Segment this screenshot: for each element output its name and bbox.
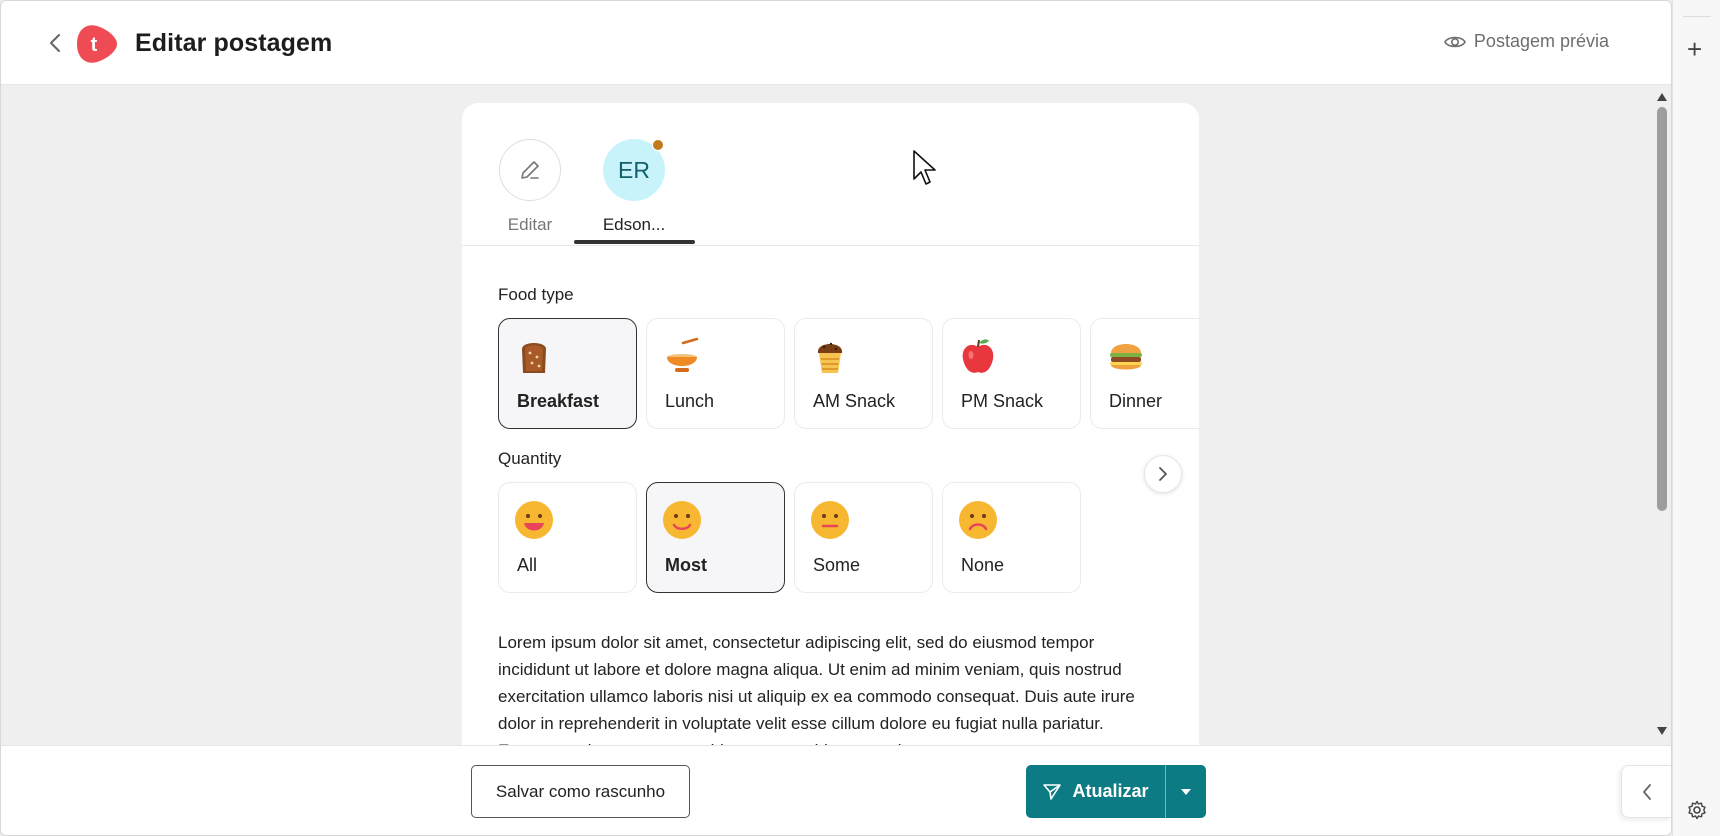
quantity-option-none[interactable]: None (942, 482, 1081, 593)
send-icon (1043, 783, 1062, 800)
grinning-face-icon (515, 501, 553, 539)
neutral-face-icon (811, 501, 849, 539)
chevron-left-icon (50, 34, 60, 52)
muffin-icon (817, 342, 843, 373)
update-label: Atualizar (1072, 781, 1149, 801)
gear-icon[interactable] (1687, 800, 1707, 825)
chevron-left-icon (1642, 783, 1651, 800)
quantity-option-most[interactable]: Most (646, 482, 785, 593)
quantity-option-label: None (961, 555, 1005, 575)
food-option-label: Lunch (665, 391, 715, 411)
food-option-lunch[interactable]: Lunch (646, 318, 785, 429)
smiling-face-icon (663, 501, 701, 539)
post-editor-card: Editar ER Edson... Food type Breakfast L… (462, 103, 1199, 753)
food-type-options: Breakfast Lunch AM Snack PM Snack Dinner (498, 318, 1199, 429)
tab-edit-label: Editar (507, 215, 553, 234)
edit-circle (499, 139, 561, 201)
avatar: ER (603, 139, 665, 201)
avatar-initials: ER (618, 156, 650, 183)
quantity-title: Quantity (498, 449, 562, 468)
quantity-option-label: All (517, 555, 538, 575)
footer-bar: Salvar como rascunho Atualizar (1, 745, 1671, 835)
food-option-label: Breakfast (517, 391, 600, 411)
tab-user-label: Edson... (602, 215, 666, 234)
add-icon[interactable]: + (1687, 36, 1702, 62)
editor-tabs: Editar ER Edson... (462, 103, 1199, 246)
food-option-label: Dinner (1109, 391, 1163, 411)
right-rail: + (1672, 0, 1720, 836)
food-option-label: PM Snack (961, 391, 1044, 411)
chevron-right-icon (1159, 467, 1167, 481)
food-option-breakfast[interactable]: Breakfast (498, 318, 637, 429)
eye-icon (1444, 36, 1466, 47)
update-button-group: Atualizar (1026, 765, 1206, 818)
food-option-am-snack[interactable]: AM Snack (794, 318, 933, 429)
status-dot (652, 139, 664, 151)
preview-post-link[interactable]: Postagem prévia (1444, 31, 1609, 52)
next-options-button[interactable] (1144, 455, 1182, 493)
mouse-cursor-icon (913, 150, 936, 185)
bowl-icon (667, 337, 699, 372)
quantity-option-some[interactable]: Some (794, 482, 933, 593)
bread-icon (522, 343, 546, 373)
caret-down-icon (1181, 788, 1191, 795)
save-draft-button[interactable]: Salvar como rascunho (471, 765, 690, 818)
app-window: t Editar postagem Postagem prévia Editar… (0, 0, 1672, 836)
food-option-dinner[interactable]: Dinner (1090, 318, 1199, 429)
burger-icon (1110, 344, 1142, 370)
page-title: Editar postagem (135, 29, 333, 57)
food-type-title: Food type (498, 285, 574, 304)
quantity-options: All Most Some None (498, 482, 1081, 593)
apple-icon (962, 339, 994, 373)
tab-user[interactable]: ER Edson... (574, 139, 694, 235)
scroll-up-arrow[interactable] (1657, 93, 1667, 101)
tab-edit[interactable]: Editar (498, 139, 562, 235)
rail-divider (1683, 16, 1711, 17)
food-option-label: AM Snack (813, 391, 896, 411)
logo-letter: t (91, 34, 98, 56)
collapse-panel-button[interactable] (1621, 765, 1671, 818)
update-options-dropdown[interactable] (1166, 765, 1206, 818)
header: t Editar postagem Postagem prévia (1, 1, 1671, 85)
scrollbar-thumb[interactable] (1657, 107, 1667, 511)
quantity-option-all[interactable]: All (498, 482, 637, 593)
quantity-option-label: Some (813, 555, 861, 575)
scroll-down-arrow[interactable] (1657, 727, 1667, 735)
pencil-icon (521, 161, 539, 179)
preview-label: Postagem prévia (1473, 31, 1609, 51)
scrollbar[interactable] (1653, 91, 1671, 741)
app-logo: t (73, 21, 119, 67)
frowning-face-icon (959, 501, 997, 539)
food-option-pm-snack[interactable]: PM Snack (942, 318, 1081, 429)
post-body-text[interactable]: Lorem ipsum dolor sit amet, consectetur … (498, 629, 1168, 753)
active-tab-indicator (574, 240, 695, 244)
back-button[interactable] (45, 31, 65, 55)
quantity-option-label: Most (665, 555, 707, 575)
update-button[interactable]: Atualizar (1026, 765, 1166, 818)
